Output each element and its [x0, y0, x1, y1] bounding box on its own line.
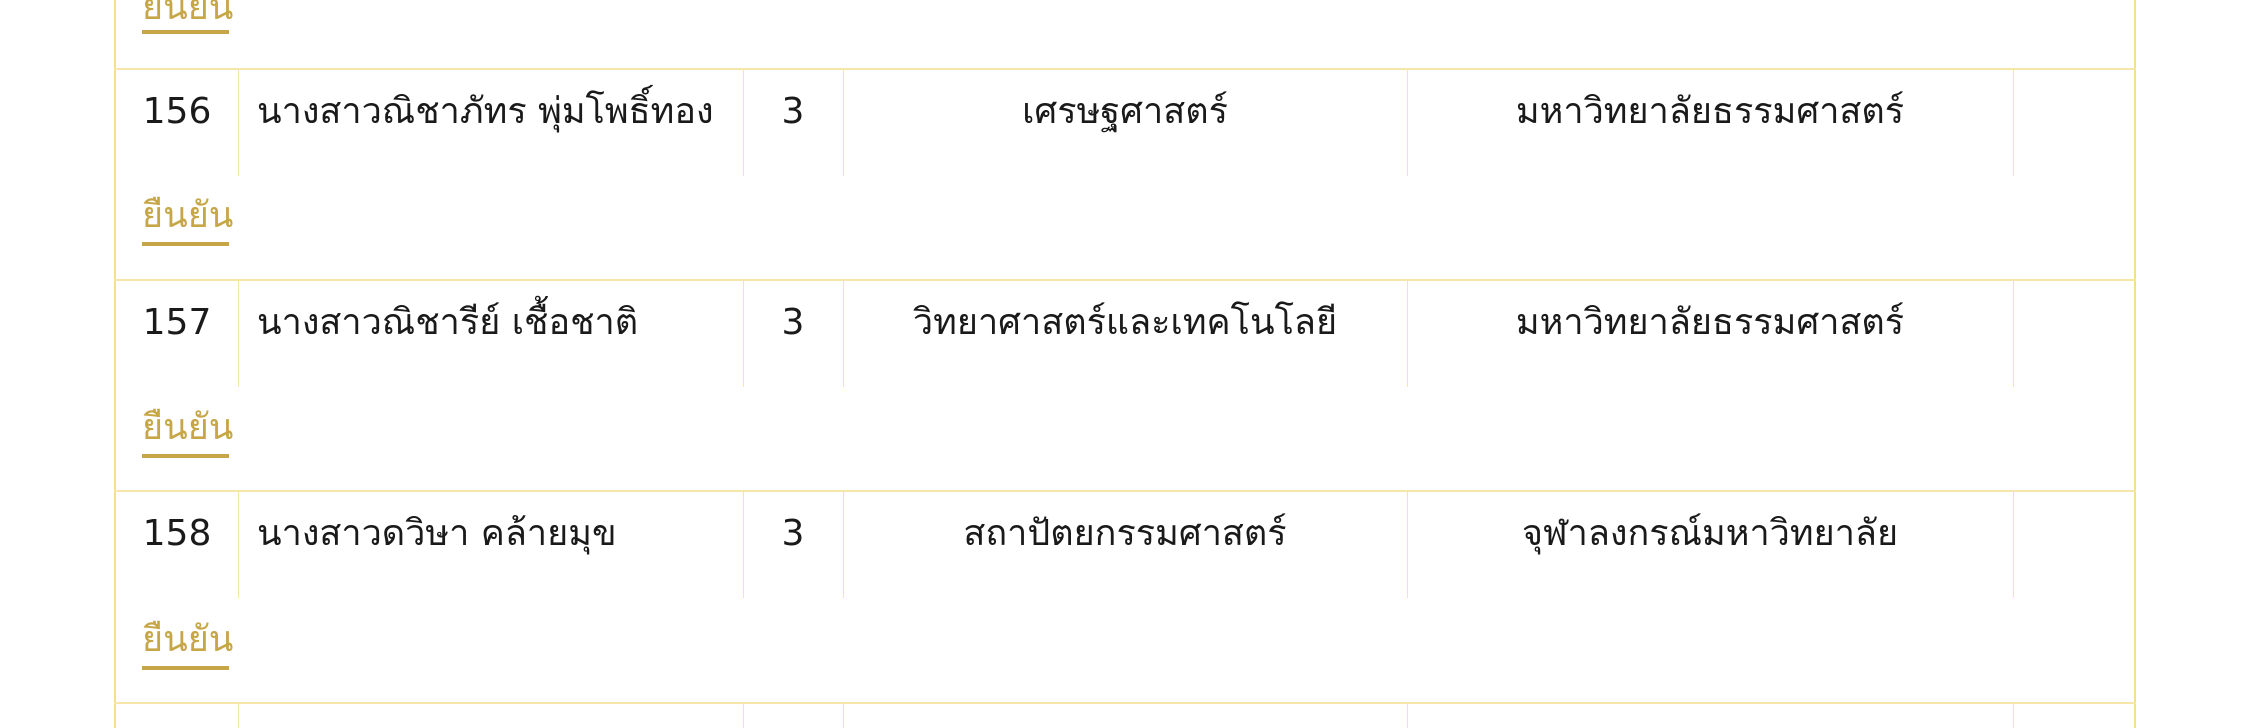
cell-divider: [743, 704, 744, 728]
university: มหาวิทยาลัยธรรมศาสตร์: [1515, 302, 1905, 343]
year-of-study: 3: [781, 302, 805, 343]
applicant-name: นางสาวดวิษา คล้ายมุข: [257, 513, 617, 554]
cell-divider: [238, 704, 239, 728]
cell-divider: [238, 281, 239, 387]
cell-divider: [238, 70, 239, 176]
row-separator: [114, 702, 2136, 704]
confirm-link[interactable]: ยืนยัน: [142, 620, 233, 660]
confirm-link-underline: [142, 666, 229, 670]
confirm-link[interactable]: ยืนยัน: [142, 408, 233, 448]
university: มหาวิทยาลัยธรรมศาสตร์: [1515, 91, 1905, 132]
applicant-name: นางสาวณิชารีย์ เชื้อชาติ: [257, 302, 639, 343]
cell-divider: [2013, 281, 2014, 387]
faculty: สถาปัตยกรรมศาสตร์: [963, 513, 1287, 554]
confirm-link[interactable]: ยืนยัน: [142, 196, 233, 236]
year-of-study: 3: [781, 513, 805, 554]
cell-divider: [2013, 70, 2014, 176]
faculty: เศรษฐศาสตร์: [1022, 91, 1228, 132]
row-number: 156: [142, 91, 212, 132]
confirm-link-underline: [142, 30, 229, 34]
faculty: วิทยาศาสตร์และเทคโนโลยี: [912, 302, 1338, 343]
university: จุฬาลงกรณ์มหาวิทยาลัย: [1521, 513, 1899, 554]
applicants-table-viewport: ยืนยัน 156 นางสาวณิชาภัทร พุ่มโพธิ์ทอง 3…: [0, 0, 2250, 728]
row-separator: [114, 68, 2136, 70]
row-number: 157: [142, 302, 212, 343]
year-of-study: 3: [781, 91, 805, 132]
row-number: 158: [142, 513, 212, 554]
confirm-link-underline: [142, 454, 229, 458]
confirm-link[interactable]: ยืนยัน: [142, 0, 233, 28]
row-separator: [114, 490, 2136, 492]
cell-divider: [1407, 704, 1408, 728]
applicant-name: นางสาวณิชาภัทร พุ่มโพธิ์ทอง: [257, 91, 714, 132]
cell-divider: [2013, 492, 2014, 598]
cell-divider: [238, 492, 239, 598]
cell-divider: [2013, 704, 2014, 728]
cell-divider: [843, 704, 844, 728]
confirm-link-underline: [142, 242, 229, 246]
row-separator: [114, 279, 2136, 281]
